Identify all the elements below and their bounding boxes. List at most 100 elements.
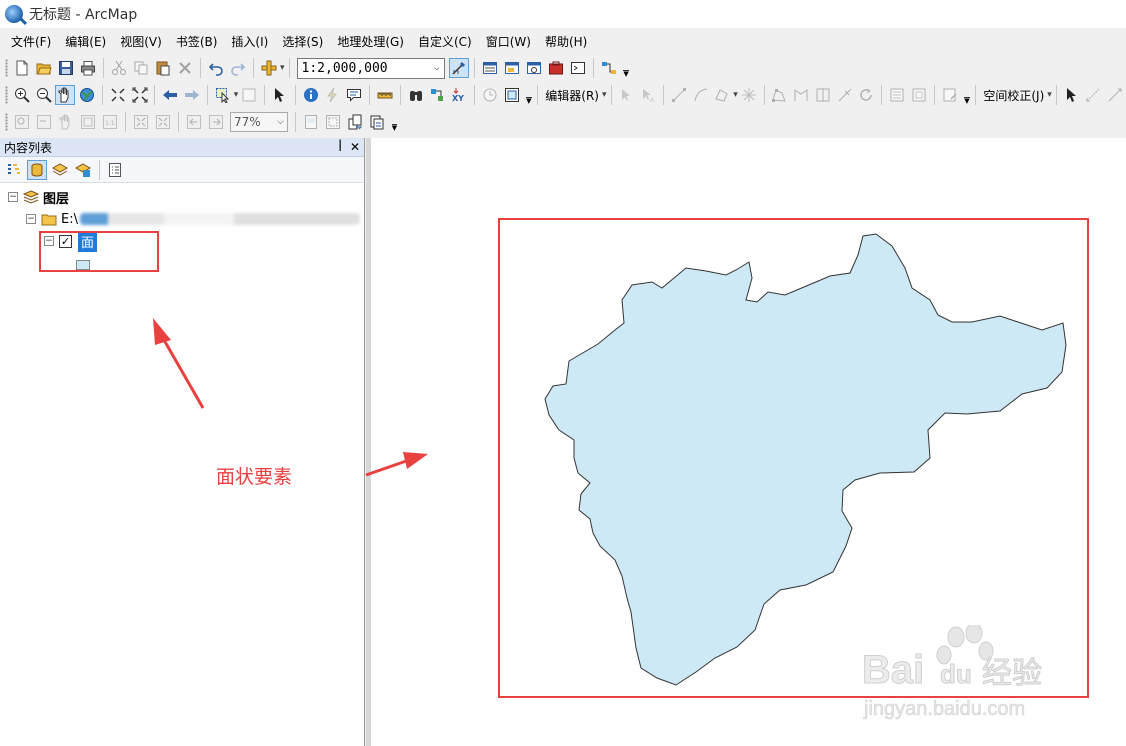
add-data-dropdown-icon[interactable]: ▾ [280,63,285,73]
split-tool-icon[interactable] [835,85,855,105]
reshape-feature-icon[interactable] [791,85,811,105]
cut-icon[interactable] [109,58,129,78]
find-route-icon[interactable] [427,85,447,105]
tree-row-layers[interactable]: − 图层 [8,187,69,207]
undo-icon[interactable] [206,58,226,78]
attributes-icon[interactable] [887,85,907,105]
editor-dropdown-icon[interactable]: ▾ [602,90,607,100]
close-icon[interactable]: ✕ [350,140,360,154]
toggle-draft-mode-icon[interactable] [301,112,321,132]
layout-zoom-whole-page-icon[interactable] [78,112,98,132]
select-dropdown-icon[interactable]: ▾ [234,90,239,100]
map-scale-combobox[interactable]: 1:2,000,000 ⌵ [296,57,445,79]
menu-file[interactable]: 文件(F) [4,31,58,53]
layout-fixed-zoom-out-icon[interactable] [153,112,173,132]
zoom-in-icon[interactable] [12,85,32,105]
data-frame-label[interactable]: 图层 [43,188,69,207]
menu-geoprocessing[interactable]: 地理处理(G) [330,31,411,53]
new-displacement-link-icon[interactable] [1084,85,1104,105]
save-icon[interactable] [56,58,76,78]
copy-icon[interactable] [131,58,151,78]
menu-help[interactable]: 帮助(H) [538,31,594,53]
spatial-adjustment-dropdown-icon[interactable]: ▾ [1047,90,1052,100]
search-window-icon[interactable] [524,58,544,78]
fixed-zoom-in-icon[interactable] [108,85,128,105]
zoom-out-icon[interactable] [34,85,54,105]
toolbar-grip[interactable] [5,113,8,131]
toolbar-grip[interactable] [5,59,8,77]
create-viewer-window-icon[interactable] [502,85,522,105]
arctoolbox-icon[interactable] [546,58,566,78]
sketch-properties-icon[interactable] [909,85,929,105]
toolbar-grip[interactable] [5,86,8,104]
menu-edit[interactable]: 编辑(E) [58,31,113,53]
pan-hand-icon[interactable] [55,85,76,105]
go-back-arrow-icon[interactable] [160,85,180,105]
layout-zoom-combobox[interactable]: 77% ⌵ [230,112,288,132]
new-document-icon[interactable] [12,58,32,78]
paste-icon[interactable] [153,58,173,78]
construction-tools-icon[interactable] [712,85,732,105]
hyperlink-lightning-icon[interactable] [322,85,342,105]
menu-selection[interactable]: 选择(S) [275,31,330,53]
collapse-icon[interactable]: − [26,214,36,224]
table-of-contents-icon[interactable] [480,58,500,78]
modify-link-icon[interactable] [1105,85,1125,105]
data-driven-pages-icon[interactable] [367,112,387,132]
tree-row-folder[interactable]: − E:\ [26,209,360,229]
redo-icon[interactable] [228,58,248,78]
fixed-zoom-out-icon[interactable] [130,85,150,105]
collapse-icon[interactable]: − [8,192,18,202]
html-popup-icon[interactable] [344,85,364,105]
layout-zoom-out-icon[interactable] [34,112,54,132]
rotate-tool-icon[interactable] [857,85,877,105]
edit-vertices-icon[interactable] [770,85,790,105]
menu-customize[interactable]: 自定义(C) [411,31,479,53]
layout-next-extent-icon[interactable] [206,112,226,132]
toolbar-overflow-icon[interactable] [390,112,399,132]
list-by-source-icon[interactable] [27,159,47,180]
menu-insert[interactable]: 插入(I) [224,31,275,53]
list-by-visibility-icon[interactable] [50,160,70,180]
delete-icon[interactable] [175,58,195,78]
list-by-selection-icon[interactable] [73,160,93,180]
modelbuilder-icon[interactable] [599,58,619,78]
construction-dropdown-icon[interactable]: ▾ [733,90,738,100]
menu-windows[interactable]: 窗口(W) [479,31,538,53]
catalog-window-icon[interactable] [502,58,522,78]
layout-fixed-zoom-in-icon[interactable] [131,112,151,132]
create-features-icon[interactable] [940,85,960,105]
editor-menu-button[interactable]: 编辑器(R) [542,87,602,104]
python-window-icon[interactable] [568,58,588,78]
editor-toolbar-toggle-icon[interactable] [448,58,469,78]
toolbar-overflow-icon[interactable] [962,85,971,105]
open-folder-icon[interactable] [34,58,54,78]
straight-segment-icon[interactable] [669,85,689,105]
cut-polygons-icon[interactable] [813,85,833,105]
list-by-drawing-order-icon[interactable] [4,160,24,180]
add-data-icon[interactable] [259,58,279,78]
layout-zoom-in-icon[interactable] [12,112,32,132]
change-layout-icon[interactable] [345,112,365,132]
print-icon[interactable] [78,58,98,78]
go-forward-arrow-icon[interactable] [182,85,202,105]
folder-path-label[interactable]: E:\ [61,212,78,227]
pin-icon[interactable]: ꟾ [338,140,342,154]
select-elements-pointer-icon[interactable] [270,85,290,105]
select-pointer-icon[interactable] [1062,85,1082,105]
identify-info-icon[interactable] [301,85,321,105]
select-features-icon[interactable] [213,85,233,105]
chevron-down-icon[interactable]: ⌵ [277,117,284,127]
go-to-xy-icon[interactable]: XY [449,85,469,105]
focus-data-frame-icon[interactable] [323,112,343,132]
layout-previous-extent-icon[interactable] [184,112,204,132]
toc-options-icon[interactable] [105,160,125,180]
clear-selection-icon[interactable] [239,85,259,105]
layout-zoom-100-icon[interactable]: 1:1 [100,112,120,132]
edit-annotation-icon[interactable]: A [638,85,658,105]
menu-view[interactable]: 视图(V) [113,31,169,53]
menu-bookmarks[interactable]: 书签(B) [169,31,225,53]
edit-tool-icon[interactable] [617,85,637,105]
measure-ruler-icon[interactable] [375,85,395,105]
vertex-sparkle-icon[interactable] [739,85,759,105]
